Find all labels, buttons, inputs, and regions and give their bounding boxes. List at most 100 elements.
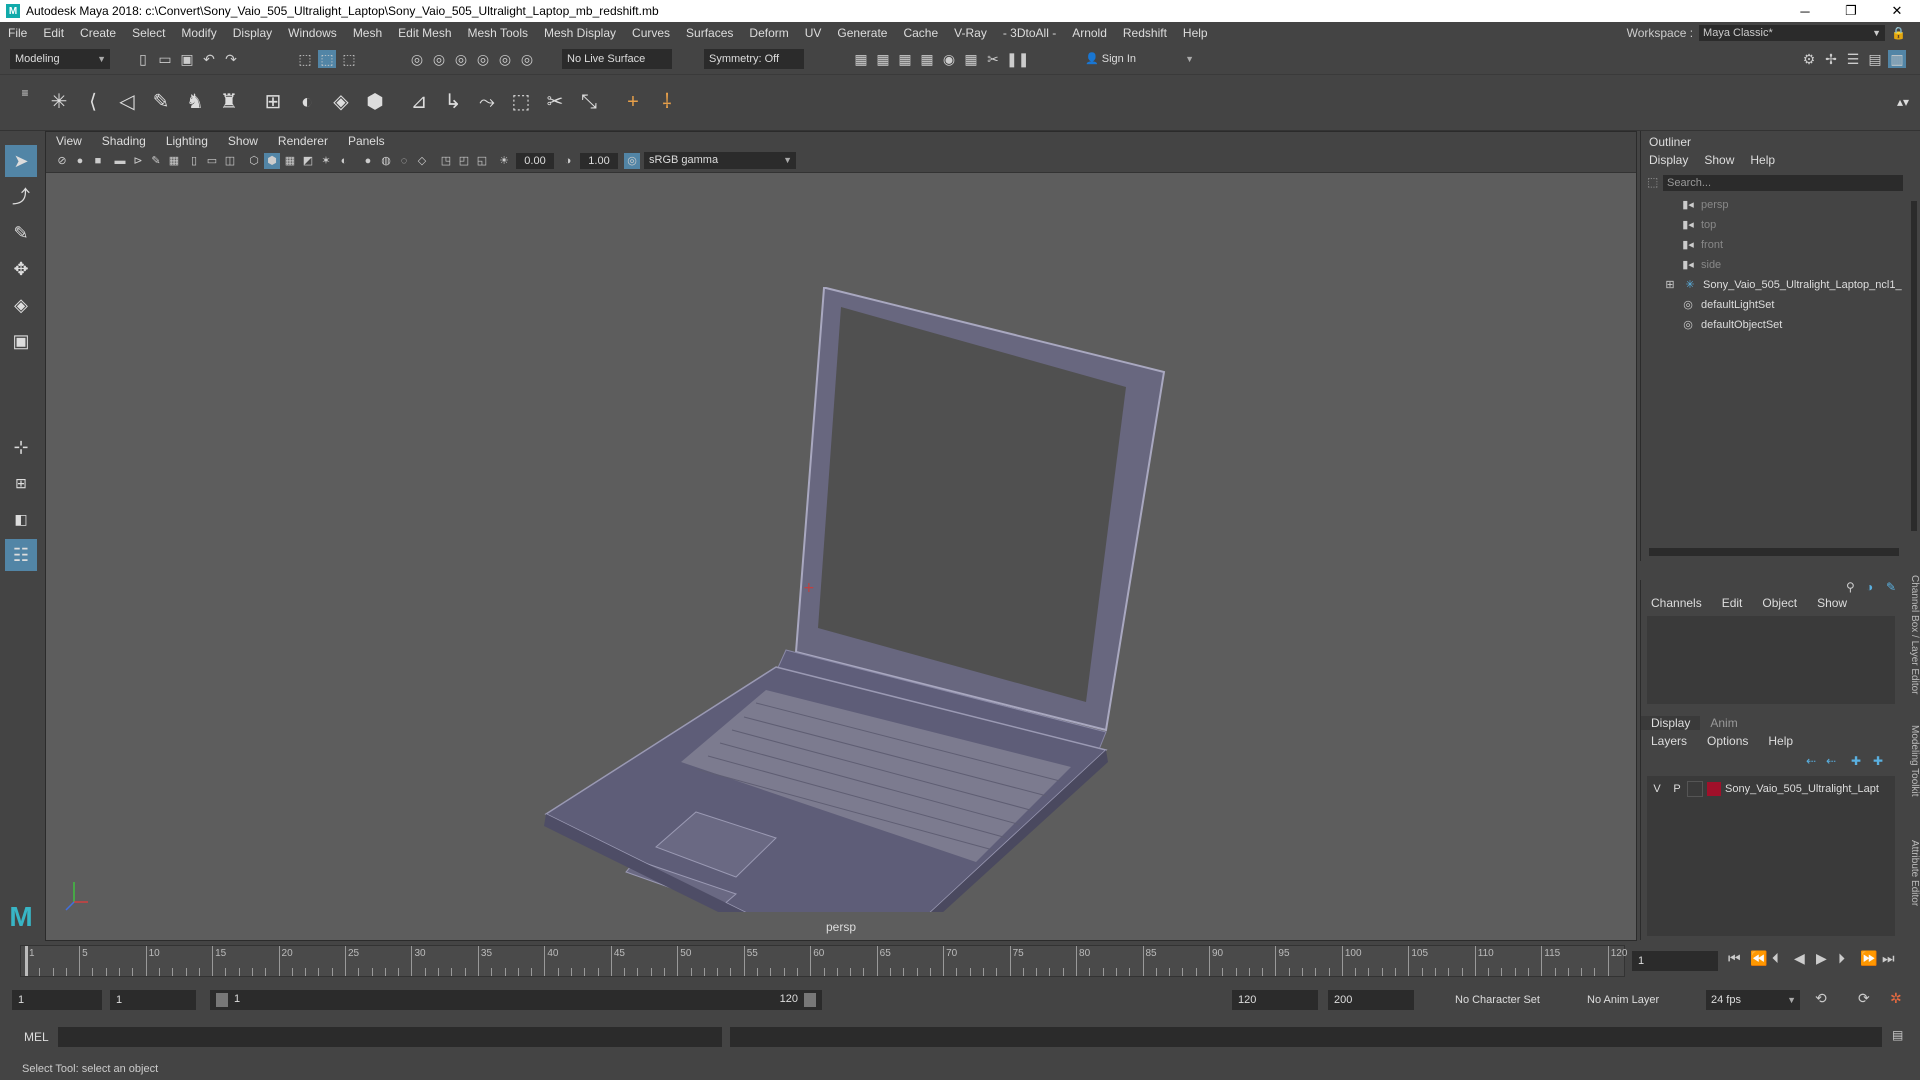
go-to-end-icon[interactable]: ⏭: [1882, 950, 1895, 967]
outliner-item[interactable]: ◎ defaultLightSet: [1681, 295, 1774, 315]
menu-redshift[interactable]: Redshift: [1115, 26, 1175, 40]
outliner-menu-help[interactable]: Help: [1742, 153, 1783, 167]
playback-end-field[interactable]: 120: [1232, 990, 1318, 1010]
select-component-icon[interactable]: ⬚: [340, 50, 358, 68]
edit-channel-icon[interactable]: ✎: [1886, 580, 1896, 594]
color-management-icon[interactable]: ◎: [624, 153, 640, 169]
depth-of-field-icon[interactable]: ◇: [414, 153, 430, 169]
range-end-handle[interactable]: [804, 993, 816, 1007]
camera-attributes-icon[interactable]: ●: [72, 153, 88, 169]
menu-select[interactable]: Select: [124, 26, 173, 40]
four-view-layout-icon[interactable]: ⊞: [5, 467, 37, 499]
isolate-select-icon[interactable]: ◳: [438, 153, 454, 169]
maximize-button[interactable]: ❐: [1828, 0, 1874, 22]
channel-menu-show[interactable]: Show: [1807, 596, 1857, 610]
pencil-curve-icon[interactable]: ✎: [146, 87, 176, 117]
current-frame-field[interactable]: 1: [1632, 951, 1718, 971]
live-surface-field[interactable]: No Live Surface: [562, 49, 672, 69]
scale-tool-icon[interactable]: ▣: [5, 325, 37, 357]
lasso-tool-icon[interactable]: ⤴: [5, 181, 37, 213]
menu-vray[interactable]: V-Ray: [946, 26, 995, 40]
outliner-search-input[interactable]: Search...: [1663, 175, 1903, 191]
menu-arnold[interactable]: Arnold: [1064, 26, 1115, 40]
shadows-icon[interactable]: ◐: [336, 153, 352, 169]
channel-box-toggle-icon[interactable]: ▥: [1888, 50, 1906, 68]
2d-pan-zoom-icon[interactable]: ⊳: [130, 153, 146, 169]
exposure-field[interactable]: 0.00: [516, 153, 554, 169]
animation-end-field[interactable]: 200: [1328, 990, 1414, 1010]
snap-surface-icon[interactable]: ◎: [496, 50, 514, 68]
snap-together-icon[interactable]: +: [618, 87, 648, 117]
polygon-sphere-icon[interactable]: ◈: [326, 87, 356, 117]
sign-in-button[interactable]: 👤 Sign In ▼: [1080, 49, 1198, 69]
grid-icon[interactable]: ▦: [166, 153, 182, 169]
outliner-item[interactable]: ▮◂ front: [1681, 235, 1723, 255]
sculpt-icon[interactable]: ◐: [292, 87, 322, 117]
menu-curves[interactable]: Curves: [624, 26, 678, 40]
bookmarks-icon[interactable]: ■: [90, 153, 106, 169]
gamma-icon[interactable]: ◑: [560, 153, 576, 169]
play-backwards-icon[interactable]: ◀: [1794, 950, 1805, 967]
menu-uv[interactable]: UV: [797, 26, 830, 40]
attribute-editor-toggle-icon[interactable]: ☰: [1844, 50, 1862, 68]
layer-row[interactable]: V P Sony_Vaio_505_Ultralight_Lapt: [1647, 780, 1895, 798]
menu-mesh[interactable]: Mesh: [345, 26, 390, 40]
minimize-button[interactable]: ─: [1782, 0, 1828, 22]
step-forward-frame-icon[interactable]: ⏵: [1838, 950, 1845, 967]
time-slider[interactable]: 1 5 10 15 20 25 30 35 40 45 50 55 60 65 70 75 80 85 90 95 10…: [0, 945, 1920, 977]
cv-curve-icon[interactable]: ⟨: [78, 87, 108, 117]
persp-outliner-layout-icon[interactable]: ◧: [5, 503, 37, 535]
time-slider-ticks[interactable]: 1 5 10 15 20 25 30 35 40 45 50 55 60 65 70 75 80 85 90 95 10…: [20, 945, 1627, 977]
menu-mesh-display[interactable]: Mesh Display: [536, 26, 624, 40]
insert-edge-loop-icon[interactable]: ⬚: [506, 87, 536, 117]
select-camera-icon[interactable]: ⊘: [54, 153, 70, 169]
save-scene-icon[interactable]: ▣: [178, 50, 196, 68]
gamma-field[interactable]: 1.00: [580, 153, 618, 169]
new-layer-selected-icon[interactable]: ✚: [1873, 754, 1883, 768]
layer-color-swatch[interactable]: [1707, 782, 1721, 796]
anti-aliasing-icon[interactable]: ◌: [396, 153, 412, 169]
filter-icon[interactable]: ⬚: [1647, 175, 1658, 189]
motion-blur-icon[interactable]: ◍: [378, 153, 394, 169]
outliner-menu-display[interactable]: Display: [1641, 153, 1696, 167]
character-controls-toggle-icon[interactable]: ✢: [1822, 50, 1840, 68]
image-plane-icon[interactable]: ▬: [112, 153, 128, 169]
tab-display[interactable]: Display: [1641, 716, 1701, 730]
wireframe-icon[interactable]: ⬡: [246, 153, 262, 169]
outliner-item[interactable]: ▮◂ persp: [1681, 195, 1728, 215]
menu-help[interactable]: Help: [1175, 26, 1216, 40]
viewport-persp[interactable]: View Shading Lighting Show Renderer Pane…: [45, 131, 1637, 941]
shelf-menu-icon[interactable]: ≡: [10, 78, 40, 108]
tab-channel-box-layer-editor[interactable]: Channel Box / Layer Editor: [1902, 575, 1920, 695]
redshift-render-icon[interactable]: ✂: [984, 50, 1002, 68]
ipr-render-icon[interactable]: ▦: [896, 50, 914, 68]
menu-3dtoall[interactable]: - 3DtoAll -: [995, 26, 1064, 40]
move-layer-down-icon[interactable]: ⇠: [1826, 754, 1836, 768]
range-bar[interactable]: 1 120: [210, 990, 822, 1010]
paint-select-tool-icon[interactable]: ✎: [5, 217, 37, 249]
outliner-vertical-scrollbar[interactable]: [1911, 201, 1917, 531]
ep-curve-icon[interactable]: ◁: [112, 87, 142, 117]
layer-editor-icon[interactable]: ◑: [1866, 580, 1873, 594]
command-language-label[interactable]: MEL: [24, 1030, 49, 1044]
resolution-gate-icon[interactable]: ▭: [204, 153, 220, 169]
menu-modify[interactable]: Modify: [173, 26, 224, 40]
viewport-menu-renderer[interactable]: Renderer: [268, 134, 338, 148]
outliner-horizontal-scrollbar[interactable]: [1649, 548, 1899, 556]
extrude-icon[interactable]: ⊿: [404, 87, 434, 117]
outliner-layout-icon[interactable]: ☷: [5, 539, 37, 571]
new-layer-icon[interactable]: ✚: [1851, 754, 1861, 768]
select-object-icon[interactable]: ⬚: [318, 50, 336, 68]
snap-pivot-icon[interactable]: ◎: [518, 50, 536, 68]
laptop-model[interactable]: +: [46, 172, 1636, 912]
grease-pencil-icon[interactable]: ✎: [148, 153, 164, 169]
menu-create[interactable]: Create: [72, 26, 124, 40]
play-forwards-icon[interactable]: ▶: [1816, 950, 1827, 967]
select-tool-icon[interactable]: ➤: [5, 145, 37, 177]
outliner-menu-show[interactable]: Show: [1696, 153, 1742, 167]
vray-render-icon[interactable]: ▦: [962, 50, 980, 68]
new-scene-icon[interactable]: ▯: [134, 50, 152, 68]
outliner-item[interactable]: ◎ defaultObjectSet: [1681, 315, 1782, 335]
step-forward-key-icon[interactable]: ⏩: [1860, 950, 1877, 967]
outliner-item[interactable]: ▮◂ top: [1681, 215, 1716, 235]
